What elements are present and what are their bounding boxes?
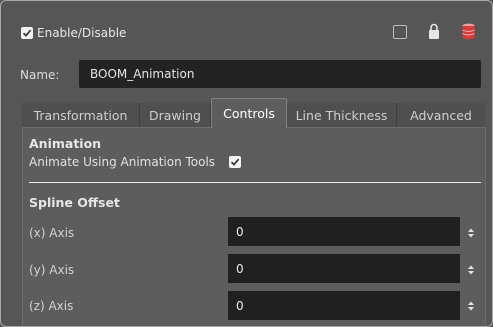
y-axis-field[interactable]: 0 (228, 254, 460, 283)
tab-drawing[interactable]: Drawing (140, 103, 211, 128)
tab-controls[interactable]: Controls (211, 98, 287, 128)
x-axis-label: (x) Axis (29, 226, 75, 240)
animation-section-title: Animation (29, 136, 102, 151)
spline-offset-section-title: Spline Offset (29, 195, 120, 210)
animate-tools-checkbox[interactable] (229, 156, 241, 168)
name-label: Name: (20, 68, 60, 82)
y-axis-stepper-icon[interactable] (467, 264, 475, 276)
x-axis-field[interactable]: 0 (228, 217, 460, 246)
enable-checkbox[interactable] (21, 27, 33, 39)
checkmark-icon (230, 158, 240, 166)
tab-line-thickness[interactable]: Line Thickness (287, 103, 397, 128)
z-axis-field[interactable]: 0 (228, 291, 460, 320)
section-divider (29, 182, 481, 183)
y-axis-label: (y) Axis (29, 263, 75, 277)
lock-icon[interactable] (428, 23, 440, 40)
enable-disable-label: Enable/Disable (37, 26, 127, 40)
square-icon[interactable] (393, 25, 407, 39)
name-field[interactable]: BOOM_Animation (79, 60, 481, 88)
header-bar: Enable/Disable (1, 1, 492, 59)
x-axis-stepper-icon[interactable] (467, 227, 475, 239)
controls-panel: Animation Animate Using Animation Tools … (22, 127, 486, 326)
tab-advanced[interactable]: Advanced (397, 103, 485, 128)
database-icon[interactable] (462, 23, 475, 40)
layer-properties-panel: Enable/Disable Name: BOOM_Animation Tran… (0, 0, 493, 327)
z-axis-stepper-icon[interactable] (467, 300, 475, 312)
checkmark-icon (22, 29, 32, 37)
animate-tools-label: Animate Using Animation Tools (29, 155, 216, 169)
tab-transformation[interactable]: Transformation (22, 103, 140, 128)
z-axis-label: (z) Axis (29, 299, 74, 313)
